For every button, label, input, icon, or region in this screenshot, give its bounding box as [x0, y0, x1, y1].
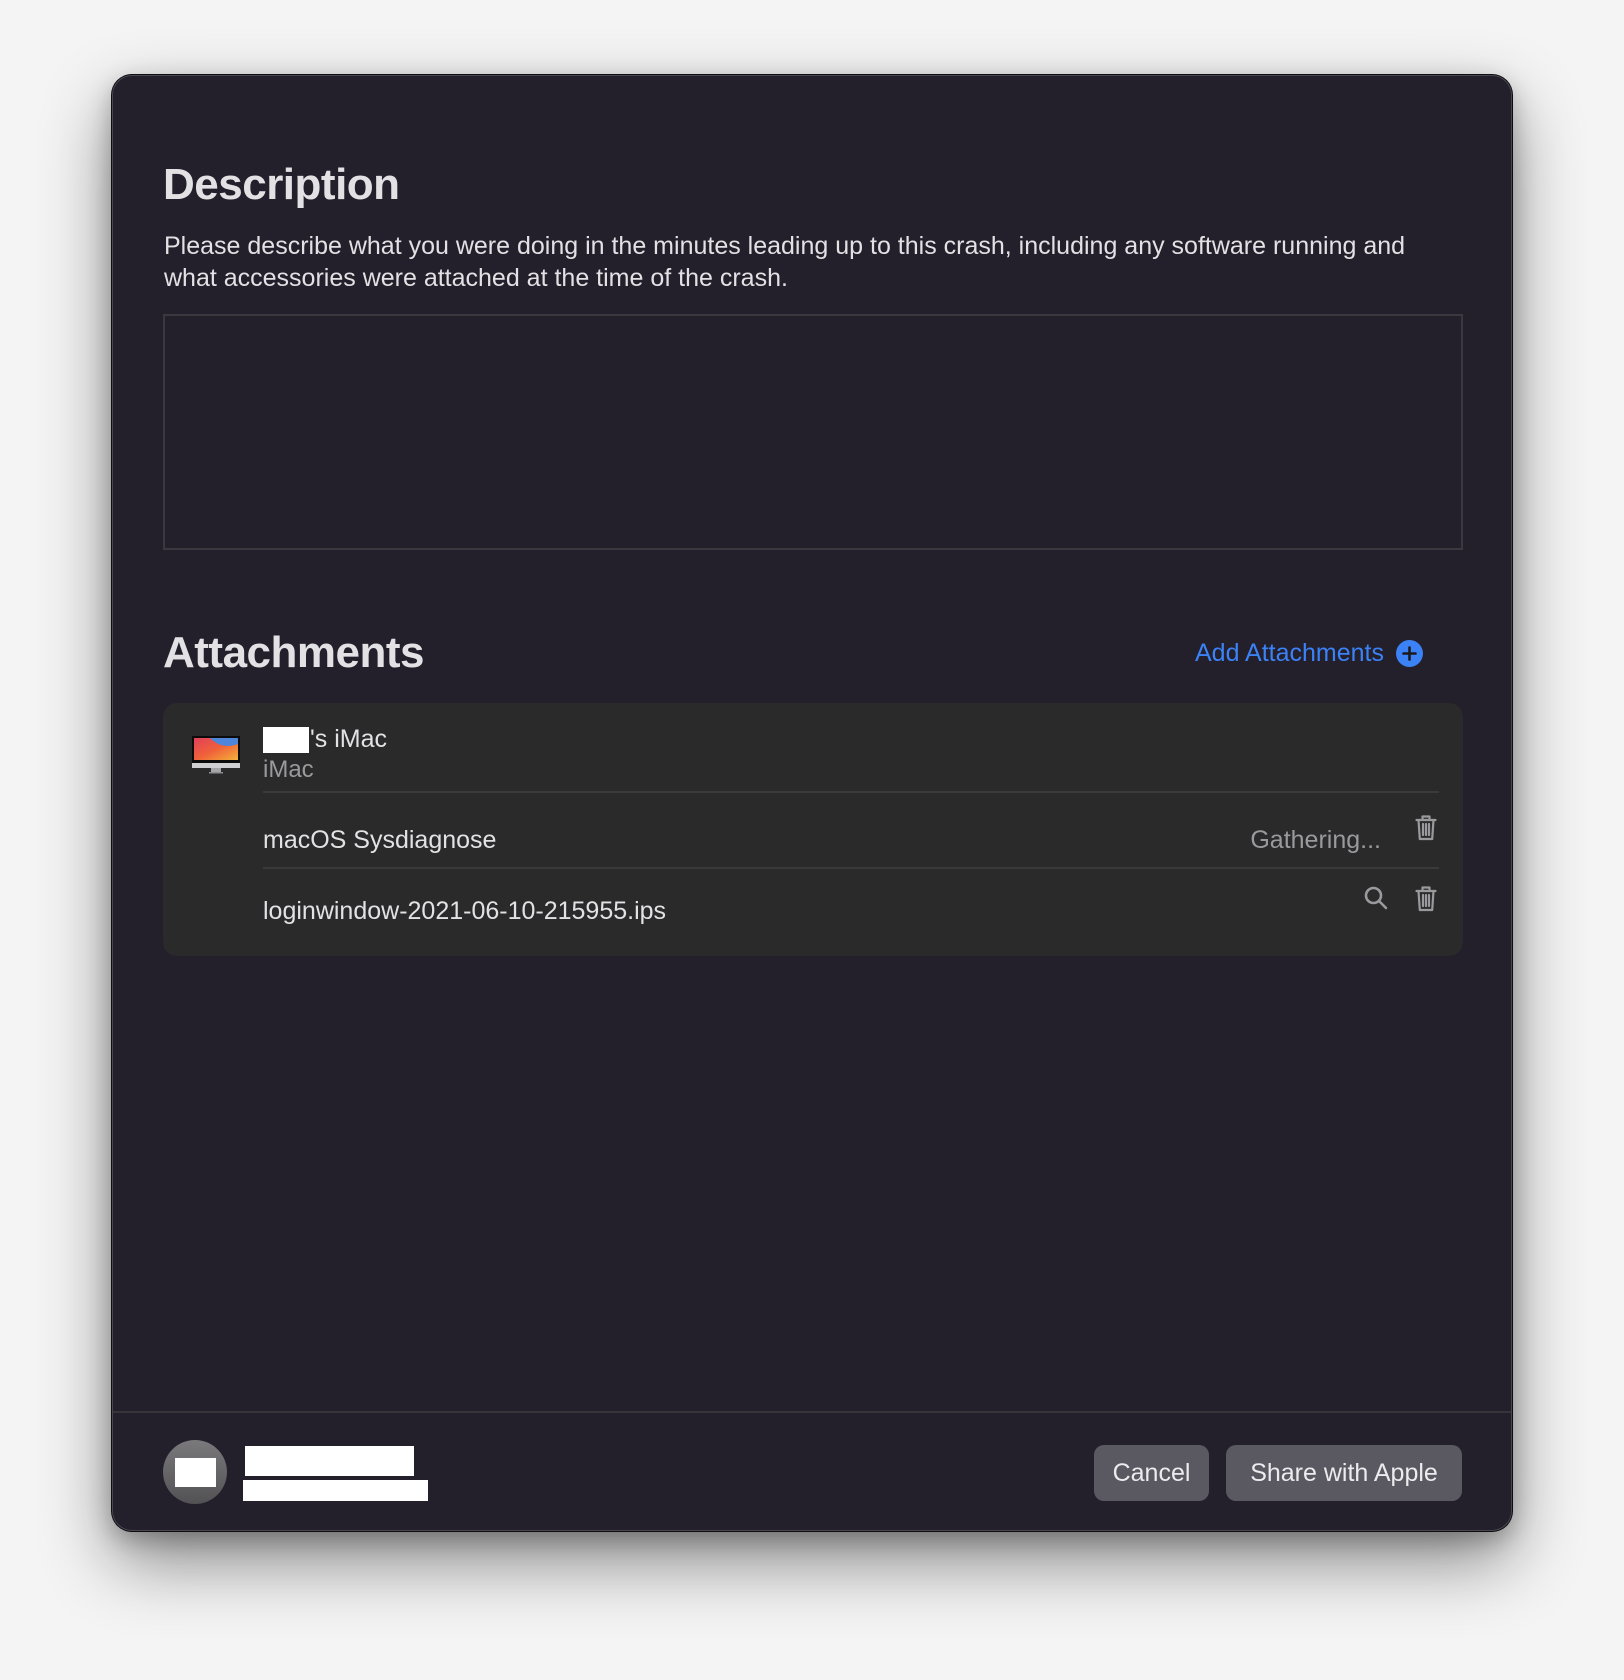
add-attachments-button[interactable]: Add Attachments [1195, 639, 1424, 668]
attachment-status: Gathering... [1250, 826, 1381, 854]
plus-circle-icon [1396, 640, 1424, 667]
redacted-account-name [245, 1446, 414, 1476]
device-name: 's iMac [263, 725, 387, 754]
footer-divider [113, 1411, 1511, 1413]
redacted-owner-name [263, 726, 309, 753]
device-name-suffix: 's iMac [310, 725, 388, 753]
trash-icon[interactable] [1415, 814, 1437, 842]
divider [263, 867, 1439, 869]
attachment-name: loginwindow-2021-06-10-215955.ips [263, 897, 667, 925]
attachments-heading: Attachments [163, 628, 425, 677]
device-model: iMac [263, 756, 314, 783]
add-attachments-label: Add Attachments [1195, 639, 1385, 667]
trash-icon[interactable] [1415, 885, 1437, 913]
account-avatar [163, 1440, 227, 1504]
description-input[interactable] [163, 314, 1463, 550]
redacted-avatar [174, 1457, 216, 1487]
imac-icon [192, 736, 240, 774]
description-prompt: Please describe what you were doing in t… [164, 232, 1406, 292]
share-with-apple-button[interactable]: Share with Apple [1226, 1445, 1462, 1501]
attachment-name: macOS Sysdiagnose [263, 826, 497, 854]
redacted-account-email [243, 1480, 428, 1501]
magnifier-icon[interactable] [1363, 885, 1389, 911]
divider [263, 791, 1439, 793]
cancel-button[interactable]: Cancel [1094, 1445, 1209, 1501]
description-heading: Description [163, 160, 400, 209]
crash-report-dialog: Description Please describe what you wer… [112, 75, 1512, 1531]
attachments-list: 's iMac iMac macOS Sysdiagnose Gathering… [163, 703, 1463, 956]
